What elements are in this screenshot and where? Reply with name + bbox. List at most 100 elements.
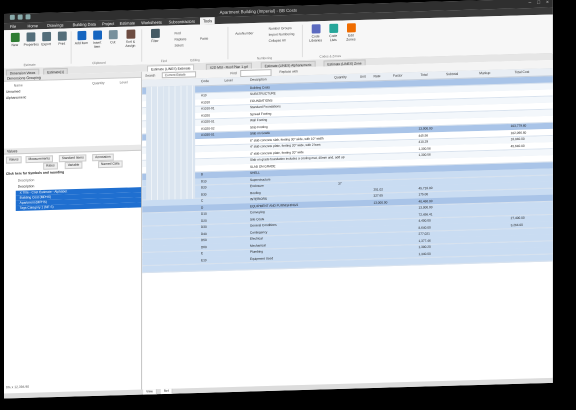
cell-code[interactable]: A1010-01 [201,106,215,110]
col-subtotal[interactable]: Subtotal [446,72,458,76]
autonumber-link[interactable]: AutoNumber [235,31,253,36]
cut-button[interactable]: Cut [106,29,120,45]
cell-rate[interactable]: 13,000.00 [373,200,387,204]
cell-qty[interactable]: 37 [338,181,341,185]
cell-total[interactable]: 410.29 [419,140,429,144]
edit-zones-button[interactable]: Edit Zones [343,23,359,42]
cell-code[interactable]: D20 [201,218,207,222]
search-input[interactable]: Current Estate [161,71,197,79]
cell-desc[interactable]: Standard Foundations [250,104,281,109]
filter-button[interactable]: Filter [147,28,163,44]
minimize-icon[interactable]: – [529,0,532,6]
cell-total[interactable]: 72,456.41 [419,212,433,216]
cell-rate[interactable]: 251.02 [373,187,383,191]
cell-total[interactable]: 45,710.00 [419,185,433,189]
cell-total[interactable]: 277,021 [419,232,430,236]
cell-code[interactable]: A1020-01 [201,119,215,123]
cell-total[interactable]: 445.56 [419,133,429,137]
cell-rate[interactable]: 327.65 [373,193,383,197]
save-icon[interactable] [9,14,15,20]
cell-code[interactable]: B [201,172,203,176]
close-icon[interactable]: × [546,0,549,6]
import-numbering-link[interactable]: Import Numbering [269,32,295,37]
cell-code[interactable]: A1020-02 [201,126,215,130]
maximize-icon[interactable]: □ [537,0,540,6]
cell-desc[interactable]: Contingency [250,230,267,235]
col-unit[interactable]: Unit [360,75,366,79]
code-lists-button[interactable]: Code Lists [325,23,341,43]
cell-code[interactable]: A10 [201,93,207,97]
export-button[interactable]: Export [39,31,53,47]
list-item[interactable]: Alphanumeric [6,95,26,100]
tab-named-cells[interactable]: Named Cells [98,160,123,169]
cell-total[interactable]: 1,300.56 [419,146,431,150]
cell-desc[interactable]: Mechanical [250,243,266,247]
cell-code[interactable]: A1020 [201,113,210,117]
cell-total[interactable]: 13,000.00 [419,126,433,130]
tab-drawings[interactable]: Drawings [47,22,63,28]
cell-code[interactable]: D50 [201,238,207,242]
cell-code[interactable]: D30 [201,225,207,229]
cell-code[interactable]: D40 [201,231,207,235]
tab-variable[interactable]: Variable [64,161,83,170]
cell-total[interactable]: 1,377.46 [419,238,431,242]
cell-desc[interactable]: Site Costs [250,217,264,221]
cell-desc[interactable]: FOUNDATIONS [250,98,273,103]
print-button[interactable]: Print [55,31,69,46]
col-description[interactable]: Description [250,77,267,82]
cell-code[interactable]: E [201,251,203,255]
col-quantity[interactable]: Quantity [334,75,346,79]
list-item[interactable]: Description [18,184,35,189]
cell-code[interactable]: A1030-01 [201,132,215,136]
cell-cost[interactable]: 102,096.60 [511,130,527,134]
cell-total[interactable]: 4,400.00 [419,218,431,222]
find-link[interactable]: Find [175,31,181,35]
sort-assign-button[interactable]: Sort & Assign [124,29,138,48]
undo-icon[interactable] [17,14,23,20]
cell-desc[interactable]: Plumbing [250,249,263,253]
tab-project[interactable]: Project [102,21,114,26]
cell-desc[interactable]: 4" slab concrete plate, footing 20" wide [250,150,304,156]
cell-code[interactable]: D [201,205,203,209]
redo-icon[interactable] [25,14,31,20]
paste-link[interactable]: Paste [200,36,208,40]
cell-desc[interactable]: Equipment Used [250,256,273,261]
select-link[interactable]: Select [175,43,184,47]
cell-desc[interactable]: General Conditions [250,223,277,228]
cell-cost[interactable]: 103,779.60 [511,124,527,128]
properties-button[interactable]: Properties [24,32,39,47]
tab-values[interactable]: Values [5,156,22,164]
col-code[interactable]: Code [201,79,209,83]
col-markup[interactable]: Markup [479,71,490,75]
cell-total[interactable]: 1,340.00 [419,251,431,255]
add-item-button[interactable]: Add Item [75,30,89,46]
cell-desc[interactable]: Roofing [250,190,261,194]
cell-code[interactable]: B20 [201,185,207,189]
cell-total[interactable]: 175.00 [419,192,429,196]
insert-item-button[interactable]: Insert Item [90,30,104,49]
cell-desc[interactable]: Conveying [250,210,265,214]
col-factor[interactable]: Factor [393,73,402,77]
cell-code[interactable]: D60 [201,245,207,249]
cell-desc[interactable]: 6" slab concrete slab, footing 30" wide,… [250,136,324,142]
tab-subcontractors[interactable]: Subcontractors [169,19,195,25]
cell-total[interactable]: 13,000.00 [419,205,433,209]
cell-desc[interactable]: SLAB ON GRADE [250,164,276,169]
list-item[interactable]: Unnamed [6,89,20,93]
col-total[interactable]: Total [421,73,428,77]
cell-cost[interactable]: 27,400.00 [511,216,525,220]
cell-desc[interactable]: Electrical [250,236,263,240]
cell-code[interactable]: C [201,199,203,203]
bottom-tab-view[interactable]: View [143,389,157,395]
col-rate[interactable]: Rate [373,74,380,78]
tab-rates[interactable]: Rates [43,162,58,170]
cell-cost[interactable]: 18,040.00 [511,137,525,141]
cell-desc[interactable]: SHELL [250,171,260,175]
cell-code[interactable]: D10 [201,212,207,216]
bottom-tab-ref[interactable]: Ref [160,388,173,395]
code-libraries-button[interactable]: Code Libraries [308,24,324,43]
replace-link[interactable]: Replace [175,37,187,41]
cell-desc[interactable]: SUBSTRUCTURE [250,91,276,96]
cell-cost[interactable]: 45,640.00 [511,143,525,147]
number-groups-link[interactable]: Number Groups [269,26,292,31]
